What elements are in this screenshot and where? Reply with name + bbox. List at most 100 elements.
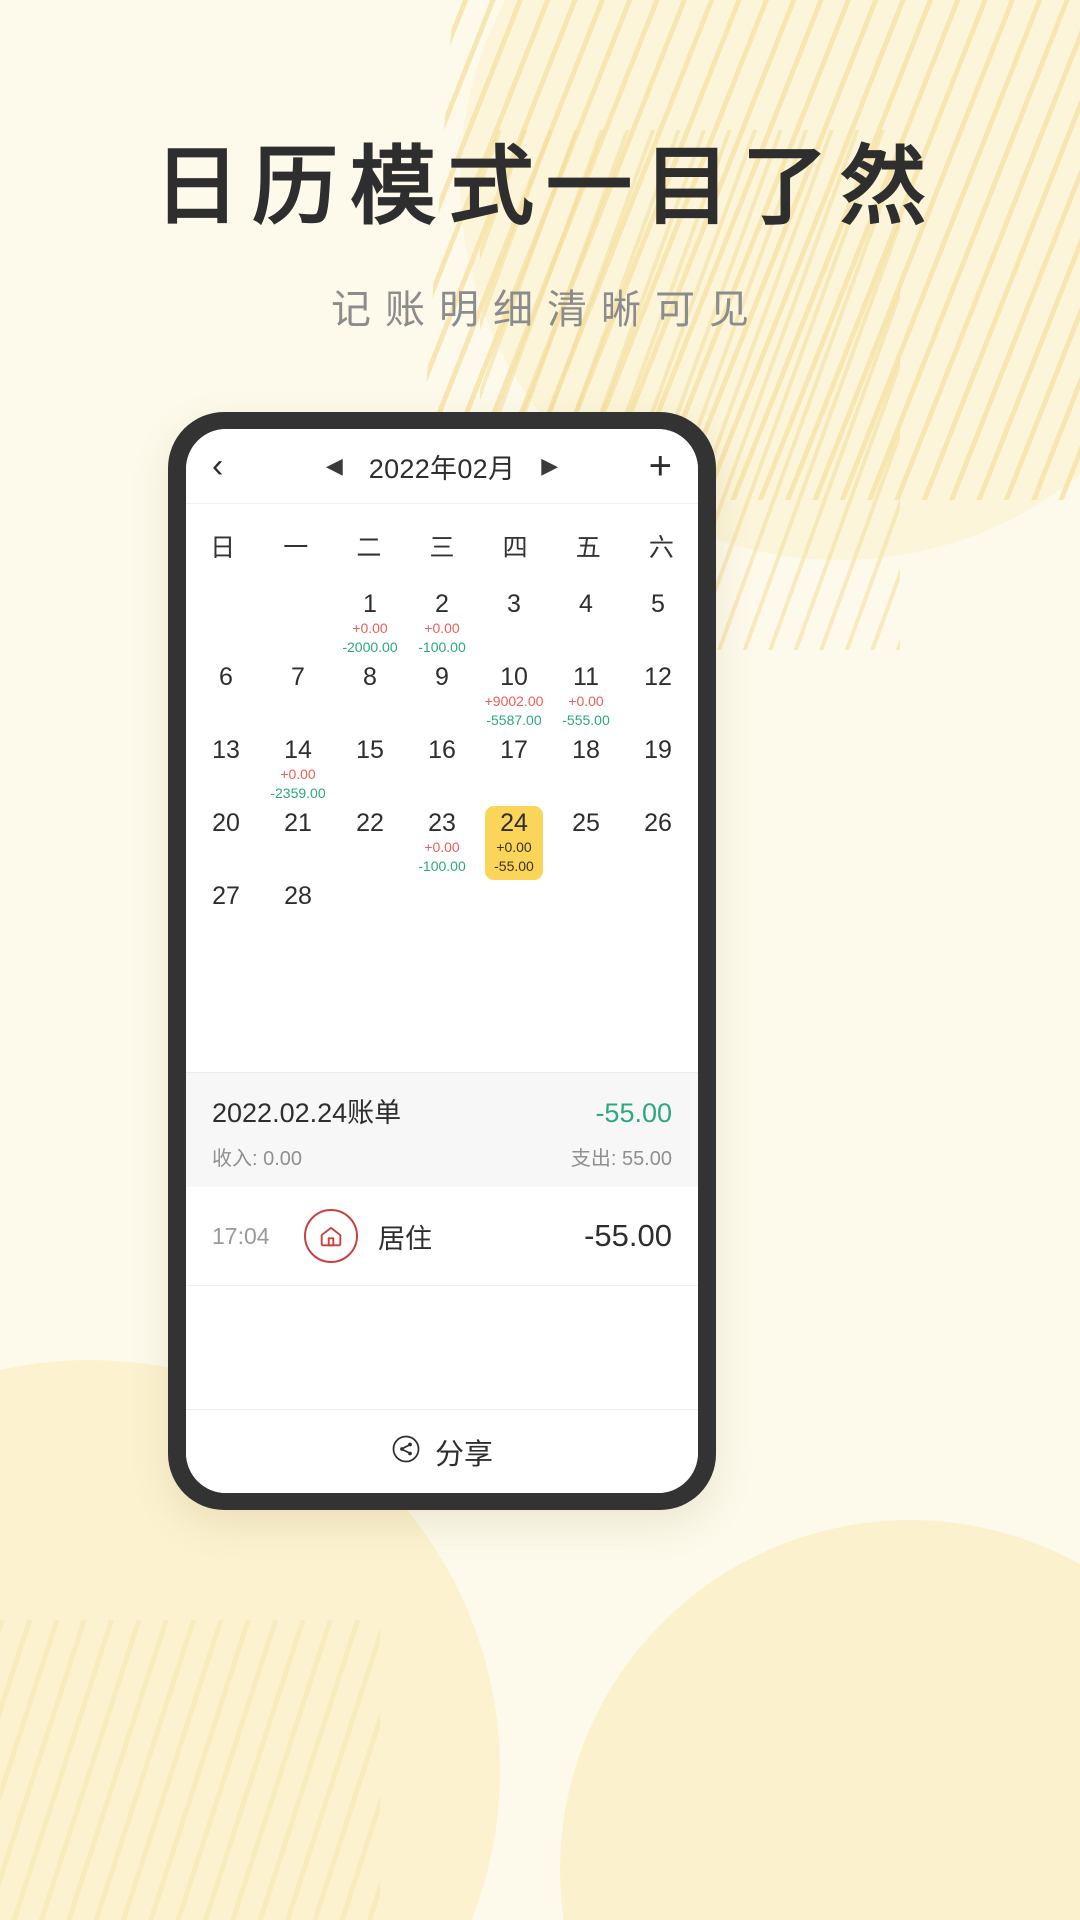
calendar-day-24[interactable]: 24 +0.00 -55.00: [478, 803, 550, 880]
calendar-blank-cell: [190, 584, 262, 657]
calendar-day-inner: 13: [197, 733, 255, 769]
calendar-day-4[interactable]: 4: [550, 584, 622, 657]
share-button[interactable]: 分享: [186, 1409, 698, 1493]
calendar-day-21[interactable]: 21: [262, 803, 334, 876]
calendar-day-15[interactable]: 15: [334, 730, 406, 803]
calendar-day-inner: 4: [557, 587, 615, 623]
calendar-day-5[interactable]: 5: [622, 584, 694, 657]
bill-summary-bottom-row: 收入: 0.00 支出: 55.00: [212, 1142, 672, 1171]
calendar-day-number: 26: [644, 809, 672, 837]
calendar-day-inner: 24 +0.00 -55.00: [485, 806, 543, 880]
calendar-day-12[interactable]: 12: [622, 657, 694, 730]
background-blob-bottom-right: [560, 1520, 1080, 1920]
calendar-day-inner: 18: [557, 733, 615, 769]
home-icon: [304, 1209, 358, 1263]
calendar-day-6[interactable]: 6: [190, 657, 262, 730]
calendar-day-income: +0.00: [424, 838, 460, 855]
calendar-day-number: 7: [291, 663, 305, 691]
calendar-day-3[interactable]: 3: [478, 584, 550, 657]
calendar-day-inner: 26: [629, 806, 687, 842]
calendar-day-8[interactable]: 8: [334, 657, 406, 730]
month-switcher: ◀ 2022年02月 ▶: [258, 447, 626, 486]
calendar-day-26[interactable]: 26: [622, 803, 694, 876]
phone-mockup: ‹ ◀ 2022年02月 ▶ + 日一二三四五六 1 +0.00 -2000.00 2…: [168, 412, 716, 1510]
weekday-header: 日一二三四五六: [186, 503, 698, 578]
calendar-grid: 1 +0.00 -2000.00 2 +0.00 -100.00 3 4 5 6 7 8 9 10 +900…: [186, 578, 698, 949]
calendar-day-number: 1: [363, 590, 377, 618]
calendar-day-22[interactable]: 22: [334, 803, 406, 876]
calendar-day-inner: 22: [341, 806, 399, 842]
calendar-day-number: 8: [363, 663, 377, 691]
weekday-label-2: 二: [356, 534, 382, 562]
calendar-day-inner: 28: [269, 879, 327, 915]
calendar-day-number: 13: [212, 736, 240, 764]
bill-summary-title: 2022.02.24账单: [212, 1098, 402, 1128]
calendar-day-25[interactable]: 25: [550, 803, 622, 876]
calendar-day-inner: 10 +9002.00 -5587.00: [485, 660, 544, 734]
promo-text-block: 日历模式一目了然 记账明细清晰可见: [0, 0, 1080, 335]
calendar-day-13[interactable]: 13: [190, 730, 262, 803]
month-title[interactable]: 2022年02月: [369, 447, 516, 486]
calendar-day-10[interactable]: 10 +9002.00 -5587.00: [478, 657, 550, 730]
calendar-day-number: 3: [507, 590, 521, 618]
calendar-day-number: 20: [212, 809, 240, 837]
triangle-left-icon[interactable]: ◀: [326, 455, 343, 477]
weekday-label-3: 三: [429, 534, 455, 562]
calendar-day-inner: 3: [485, 587, 543, 623]
calendar-day-23[interactable]: 23 +0.00 -100.00: [406, 803, 478, 876]
bill-summary: 2022.02.24账单 -55.00 收入: 0.00 支出: 55.00: [186, 1072, 698, 1187]
triangle-right-icon[interactable]: ▶: [541, 455, 558, 477]
calendar-day-inner: 9: [413, 660, 471, 696]
calendar-day-number: 11: [573, 663, 599, 691]
calendar-day-inner: 25: [557, 806, 615, 842]
transaction-row[interactable]: 17:04 居住 -55.00: [186, 1187, 698, 1286]
calendar-day-inner: 1 +0.00 -2000.00: [341, 587, 399, 661]
calendar-day-number: 19: [644, 736, 672, 764]
calendar-day-inner: 8: [341, 660, 399, 696]
calendar-day-27[interactable]: 27: [190, 876, 262, 949]
calendar-day-2[interactable]: 2 +0.00 -100.00: [406, 584, 478, 657]
calendar-day-inner: 2 +0.00 -100.00: [413, 587, 471, 661]
weekday-label-0: 日: [210, 534, 236, 562]
calendar-day-16[interactable]: 16: [406, 730, 478, 803]
calendar-day-number: 27: [212, 882, 240, 910]
calendar-day-expense: -2000.00: [342, 638, 398, 655]
bill-summary-income: 收入: 0.00: [212, 1148, 303, 1170]
calendar-day-1[interactable]: 1 +0.00 -2000.00: [334, 584, 406, 657]
calendar-day-9[interactable]: 9: [406, 657, 478, 730]
app-header: ‹ ◀ 2022年02月 ▶ +: [186, 429, 698, 503]
plus-icon[interactable]: +: [626, 446, 672, 486]
calendar-day-28[interactable]: 28: [262, 876, 334, 949]
calendar-day-14[interactable]: 14 +0.00 -2359.00: [262, 730, 334, 803]
chevron-left-icon[interactable]: ‹: [212, 449, 258, 483]
calendar-day-number: 12: [644, 663, 672, 691]
weekday-label-6: 六: [648, 534, 674, 562]
promo-subheadline: 记账明细清晰可见: [331, 287, 763, 332]
calendar-day-20[interactable]: 20: [190, 803, 262, 876]
calendar-day-expense: -55.00: [494, 857, 534, 874]
calendar-day-number: 16: [428, 736, 456, 764]
calendar-day-number: 23: [428, 809, 456, 837]
calendar-day-inner: 27: [197, 879, 255, 915]
calendar-day-inner: 11 +0.00 -555.00: [557, 660, 615, 734]
background-stripes-bottom: [0, 1620, 380, 1920]
calendar-day-number: 21: [284, 809, 312, 837]
calendar-day-inner: 14 +0.00 -2359.00: [269, 733, 327, 807]
transaction-time: 17:04: [212, 1222, 270, 1249]
promo-headline: 日历模式一目了然: [154, 139, 938, 235]
calendar-day-number: 22: [356, 809, 384, 837]
calendar-day-expense: -5587.00: [486, 711, 542, 728]
transaction-list: 17:04 居住 -55.00: [186, 1187, 698, 1286]
calendar-day-inner: 5: [629, 587, 687, 623]
calendar-day-19[interactable]: 19: [622, 730, 694, 803]
calendar-day-7[interactable]: 7: [262, 657, 334, 730]
calendar-day-income: +0.00: [568, 692, 604, 709]
calendar-day-inner: 17: [485, 733, 543, 769]
calendar-day-18[interactable]: 18: [550, 730, 622, 803]
calendar-day-17[interactable]: 17: [478, 730, 550, 803]
transaction-amount: -55.00: [584, 1218, 672, 1253]
calendar-day-number: 5: [651, 590, 665, 618]
calendar-day-11[interactable]: 11 +0.00 -555.00: [550, 657, 622, 730]
calendar-day-number: 10: [500, 663, 528, 691]
calendar-day-inner: 21: [269, 806, 327, 842]
